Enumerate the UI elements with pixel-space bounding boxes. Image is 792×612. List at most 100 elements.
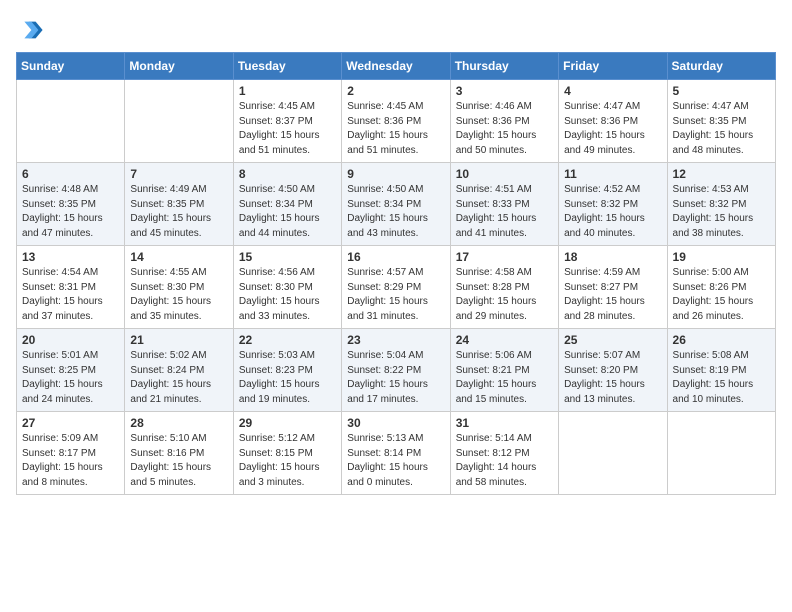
calendar-cell: 31 Sunrise: 5:14 AMSunset: 8:12 PMDayligh…: [450, 412, 558, 495]
day-info: Sunrise: 4:48 AMSunset: 8:35 PMDaylight:…: [22, 183, 119, 241]
day-info: Sunrise: 4:47 AMSunset: 8:36 PMDaylight:…: [564, 100, 661, 158]
calendar-week-row: 27 Sunrise: 5:09 AMSunset: 8:17 PMDayligh…: [17, 412, 776, 495]
day-info: Sunrise: 5:01 AMSunset: 8:25 PMDaylight:…: [22, 349, 119, 407]
day-number: 30: [347, 416, 444, 430]
calendar-cell: 29 Sunrise: 5:12 AMSunset: 8:15 PMDayligh…: [233, 412, 341, 495]
calendar-cell: 23 Sunrise: 5:04 AMSunset: 8:22 PMDayligh…: [342, 329, 450, 412]
day-number: 24: [456, 333, 553, 347]
day-info: Sunrise: 4:53 AMSunset: 8:32 PMDaylight:…: [673, 183, 770, 241]
calendar-week-row: 1 Sunrise: 4:45 AMSunset: 8:37 PMDaylight…: [17, 80, 776, 163]
calendar-cell: 19 Sunrise: 5:00 AMSunset: 8:26 PMDayligh…: [667, 246, 775, 329]
day-info: Sunrise: 5:02 AMSunset: 8:24 PMDaylight:…: [130, 349, 227, 407]
calendar-cell: 5 Sunrise: 4:47 AMSunset: 8:35 PMDaylight…: [667, 80, 775, 163]
day-number: 13: [22, 250, 119, 264]
calendar-week-row: 20Sunrise: 5:01 AMSunset: 8:25 PMDayligh…: [17, 329, 776, 412]
calendar-cell: 9 Sunrise: 4:50 AMSunset: 8:34 PMDaylight…: [342, 163, 450, 246]
day-of-week-header: Wednesday: [342, 53, 450, 80]
day-info: Sunrise: 4:52 AMSunset: 8:32 PMDaylight:…: [564, 183, 661, 241]
day-info: Sunrise: 5:06 AMSunset: 8:21 PMDaylight:…: [456, 349, 553, 407]
day-number: 26: [673, 333, 770, 347]
day-of-week-header: Friday: [559, 53, 667, 80]
calendar-cell: 18 Sunrise: 4:59 AMSunset: 8:27 PMDayligh…: [559, 246, 667, 329]
day-number: 6: [22, 167, 119, 181]
day-number: 16: [347, 250, 444, 264]
calendar-cell: 22 Sunrise: 5:03 AMSunset: 8:23 PMDayligh…: [233, 329, 341, 412]
calendar-cell: 4Sunrise: 4:47 AMSunset: 8:36 PMDaylight…: [559, 80, 667, 163]
day-of-week-header: Monday: [125, 53, 233, 80]
calendar-header-row: SundayMondayTuesdayWednesdayThursdayFrid…: [17, 53, 776, 80]
day-number: 11: [564, 167, 661, 181]
calendar-cell: 1 Sunrise: 4:45 AMSunset: 8:37 PMDaylight…: [233, 80, 341, 163]
calendar-cell: 3 Sunrise: 4:46 AMSunset: 8:36 PMDaylight…: [450, 80, 558, 163]
day-info: Sunrise: 4:47 AMSunset: 8:35 PMDaylight:…: [673, 100, 770, 158]
calendar-cell: 8Sunrise: 4:50 AMSunset: 8:34 PMDaylight…: [233, 163, 341, 246]
calendar-cell: 25 Sunrise: 5:07 AMSunset: 8:20 PMDayligh…: [559, 329, 667, 412]
day-info: Sunrise: 5:13 AMSunset: 8:14 PMDaylight:…: [347, 432, 444, 490]
day-number: 12: [673, 167, 770, 181]
calendar-cell: 14 Sunrise: 4:55 AMSunset: 8:30 PMDayligh…: [125, 246, 233, 329]
page-header: [16, 16, 776, 44]
day-info: Sunrise: 4:58 AMSunset: 8:28 PMDaylight:…: [456, 266, 553, 324]
day-info: Sunrise: 4:45 AMSunset: 8:37 PMDaylight:…: [239, 100, 336, 158]
calendar-cell: 6 Sunrise: 4:48 AMSunset: 8:35 PMDaylight…: [17, 163, 125, 246]
day-number: 22: [239, 333, 336, 347]
calendar-cell: [125, 80, 233, 163]
day-number: 18: [564, 250, 661, 264]
day-number: 23: [347, 333, 444, 347]
day-info: Sunrise: 5:03 AMSunset: 8:23 PMDaylight:…: [239, 349, 336, 407]
calendar-cell: 24 Sunrise: 5:06 AMSunset: 8:21 PMDayligh…: [450, 329, 558, 412]
day-info: Sunrise: 5:09 AMSunset: 8:17 PMDaylight:…: [22, 432, 119, 490]
day-number: 14: [130, 250, 227, 264]
calendar-cell: 15 Sunrise: 4:56 AMSunset: 8:30 PMDayligh…: [233, 246, 341, 329]
day-info: Sunrise: 5:04 AMSunset: 8:22 PMDaylight:…: [347, 349, 444, 407]
day-number: 31: [456, 416, 553, 430]
day-info: Sunrise: 5:12 AMSunset: 8:15 PMDaylight:…: [239, 432, 336, 490]
calendar-cell: 27 Sunrise: 5:09 AMSunset: 8:17 PMDayligh…: [17, 412, 125, 495]
day-info: Sunrise: 4:56 AMSunset: 8:30 PMDaylight:…: [239, 266, 336, 324]
day-info: Sunrise: 5:00 AMSunset: 8:26 PMDaylight:…: [673, 266, 770, 324]
calendar-cell: 10 Sunrise: 4:51 AMSunset: 8:33 PMDayligh…: [450, 163, 558, 246]
day-number: 29: [239, 416, 336, 430]
calendar-table: SundayMondayTuesdayWednesdayThursdayFrid…: [16, 52, 776, 495]
logo: [16, 16, 48, 44]
calendar-cell: 21Sunrise: 5:02 AMSunset: 8:24 PMDayligh…: [125, 329, 233, 412]
day-number: 7: [130, 167, 227, 181]
calendar-cell: 13Sunrise: 4:54 AMSunset: 8:31 PMDayligh…: [17, 246, 125, 329]
day-info: Sunrise: 4:51 AMSunset: 8:33 PMDaylight:…: [456, 183, 553, 241]
calendar-cell: 26Sunrise: 5:08 AMSunset: 8:19 PMDayligh…: [667, 329, 775, 412]
day-number: 8: [239, 167, 336, 181]
day-of-week-header: Sunday: [17, 53, 125, 80]
day-info: Sunrise: 4:59 AMSunset: 8:27 PMDaylight:…: [564, 266, 661, 324]
day-number: 5: [673, 84, 770, 98]
day-info: Sunrise: 4:55 AMSunset: 8:30 PMDaylight:…: [130, 266, 227, 324]
day-number: 10: [456, 167, 553, 181]
day-info: Sunrise: 5:10 AMSunset: 8:16 PMDaylight:…: [130, 432, 227, 490]
day-of-week-header: Saturday: [667, 53, 775, 80]
day-info: Sunrise: 4:50 AMSunset: 8:34 PMDaylight:…: [347, 183, 444, 241]
day-number: 3: [456, 84, 553, 98]
calendar-cell: [17, 80, 125, 163]
calendar-cell: 12 Sunrise: 4:53 AMSunset: 8:32 PMDayligh…: [667, 163, 775, 246]
calendar-week-row: 13Sunrise: 4:54 AMSunset: 8:31 PMDayligh…: [17, 246, 776, 329]
day-number: 27: [22, 416, 119, 430]
calendar-cell: 2Sunrise: 4:45 AMSunset: 8:36 PMDaylight…: [342, 80, 450, 163]
calendar-cell: 17Sunrise: 4:58 AMSunset: 8:28 PMDayligh…: [450, 246, 558, 329]
calendar-cell: 16 Sunrise: 4:57 AMSunset: 8:29 PMDayligh…: [342, 246, 450, 329]
day-number: 9: [347, 167, 444, 181]
calendar-cell: 20Sunrise: 5:01 AMSunset: 8:25 PMDayligh…: [17, 329, 125, 412]
day-number: 28: [130, 416, 227, 430]
day-info: Sunrise: 4:49 AMSunset: 8:35 PMDaylight:…: [130, 183, 227, 241]
day-number: 19: [673, 250, 770, 264]
calendar-cell: [667, 412, 775, 495]
day-info: Sunrise: 4:45 AMSunset: 8:36 PMDaylight:…: [347, 100, 444, 158]
logo-icon: [16, 16, 44, 44]
day-number: 15: [239, 250, 336, 264]
day-number: 25: [564, 333, 661, 347]
day-of-week-header: Tuesday: [233, 53, 341, 80]
day-info: Sunrise: 5:14 AMSunset: 8:12 PMDaylight:…: [456, 432, 553, 490]
day-info: Sunrise: 4:46 AMSunset: 8:36 PMDaylight:…: [456, 100, 553, 158]
day-info: Sunrise: 4:57 AMSunset: 8:29 PMDaylight:…: [347, 266, 444, 324]
day-info: Sunrise: 5:07 AMSunset: 8:20 PMDaylight:…: [564, 349, 661, 407]
calendar-week-row: 6 Sunrise: 4:48 AMSunset: 8:35 PMDaylight…: [17, 163, 776, 246]
day-number: 1: [239, 84, 336, 98]
